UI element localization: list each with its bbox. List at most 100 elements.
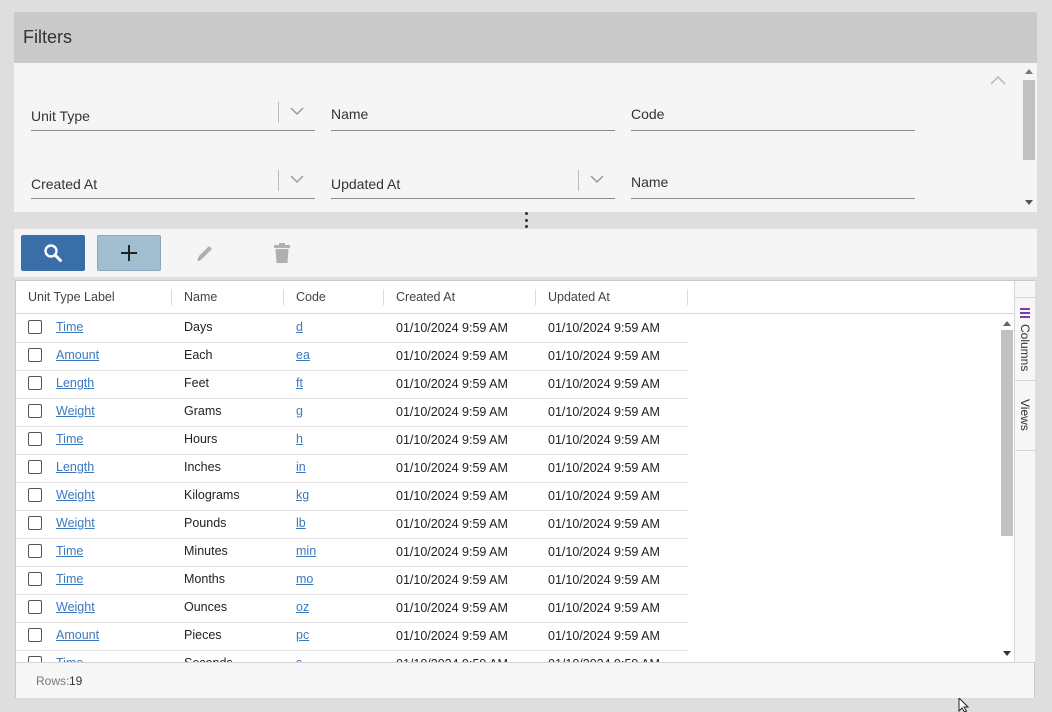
row-checkbox[interactable] [28,460,42,474]
table-row[interactable]: Weight Ounces oz 01/10/2024 9:59 AM 01/10/20… [16,594,688,623]
code-link[interactable]: d [296,314,303,342]
data-grid: Unit Type Label Name Code Created At Upd… [15,280,1035,698]
created-at-cell: 01/10/2024 9:59 AM [396,321,508,335]
row-checkbox[interactable] [28,348,42,362]
column-header-created-at[interactable]: Created At [396,281,455,313]
unit-type-link[interactable]: Length [56,454,94,482]
unit-type-link[interactable]: Weight [56,482,95,510]
table-row[interactable]: Length Feet ft 01/10/2024 9:59 AM 01/10/2024… [16,370,688,399]
code-filter-label: Code [631,106,665,122]
column-header-name[interactable]: Name [184,281,217,313]
scrollbar-thumb[interactable] [1023,80,1035,160]
table-row[interactable]: Weight Pounds lb 01/10/2024 9:59 AM 01/10/20… [16,510,688,539]
unit-type-link[interactable]: Time [56,314,83,342]
name-cell: Grams [184,404,222,418]
updated-at-cell: 01/10/2024 9:59 AM [548,651,660,662]
unit-type-link[interactable]: Time [56,650,83,662]
unit-type-link[interactable]: Length [56,370,94,398]
code-link[interactable]: g [296,398,303,426]
edit-button[interactable] [187,235,223,271]
column-header-unit-type-label[interactable]: Unit Type Label [28,281,115,313]
code-link[interactable]: h [296,426,303,454]
filters-panel: Filters Unit Type Name Code Created At U… [14,12,1037,212]
filters-scrollbar[interactable] [1020,63,1037,212]
add-button[interactable] [97,235,161,271]
unit-type-link[interactable]: Weight [56,398,95,426]
side-tab-columns[interactable]: Columns [1015,297,1035,381]
column-header-updated-at[interactable]: Updated At [548,281,610,313]
table-row[interactable]: Time Months mo 01/10/2024 9:59 AM 01/10/2024… [16,566,688,595]
scrollbar-thumb[interactable] [1001,330,1013,536]
code-link[interactable]: s [296,650,302,662]
row-checkbox[interactable] [28,404,42,418]
row-checkbox[interactable] [28,544,42,558]
row-checkbox[interactable] [28,320,42,334]
unit-type-link[interactable]: Time [56,566,83,594]
code-link[interactable]: min [296,538,316,566]
scroll-down-arrow-icon[interactable] [1025,200,1033,205]
scroll-up-arrow-icon[interactable] [1003,321,1011,326]
delete-button[interactable] [264,235,300,271]
table-row[interactable]: Weight Grams g 01/10/2024 9:59 AM 01/10/2024… [16,398,688,427]
name-filter-2[interactable]: Name [631,170,915,199]
chevron-down-icon[interactable] [589,173,605,185]
chevron-down-icon[interactable] [289,173,305,185]
updated-at-cell: 01/10/2024 9:59 AM [548,349,660,363]
code-link[interactable]: ea [296,342,310,370]
table-row[interactable]: Amount Pieces pc 01/10/2024 9:59 AM 01/10/20… [16,622,688,651]
scroll-down-arrow-icon[interactable] [1003,651,1011,656]
unit-type-link[interactable]: Time [56,538,83,566]
table-row[interactable]: Time Days d 01/10/2024 9:59 AM 01/10/2024 9:… [16,314,688,343]
updated-at-cell: 01/10/2024 9:59 AM [548,517,660,531]
code-link[interactable]: oz [296,594,309,622]
unit-type-filter[interactable]: Unit Type [31,102,315,131]
table-row[interactable]: Weight Kilograms kg 01/10/2024 9:59 AM 01/10… [16,482,688,511]
plus-icon [121,245,137,261]
row-checkbox[interactable] [28,488,42,502]
grid-scrollbar[interactable] [1000,314,1014,662]
code-link[interactable]: pc [296,622,309,650]
search-button[interactable] [21,235,85,271]
table-row[interactable]: Length Inches in 01/10/2024 9:59 AM 01/10/20… [16,454,688,483]
code-link[interactable]: kg [296,482,309,510]
table-row[interactable]: Amount Each ea 01/10/2024 9:59 AM 01/10/2024… [16,342,688,371]
scroll-up-arrow-icon[interactable] [1025,69,1033,74]
panel-resize-handle[interactable] [523,212,529,228]
table-row[interactable]: Time Minutes min 01/10/2024 9:59 AM 01/10/20… [16,538,688,567]
updated-at-filter[interactable]: Updated At [331,170,615,199]
name-cell: Months [184,572,225,586]
name-cell: Ounces [184,600,228,614]
updated-at-cell: 01/10/2024 9:59 AM [548,461,660,475]
filters-header[interactable]: Filters [14,12,1037,63]
code-link[interactable]: lb [296,510,306,538]
created-at-cell: 01/10/2024 9:59 AM [396,601,508,615]
created-at-cell: 01/10/2024 9:59 AM [396,573,508,587]
unit-type-link[interactable]: Weight [56,594,95,622]
columns-icon [1020,308,1030,318]
unit-type-link[interactable]: Weight [56,510,95,538]
unit-type-link[interactable]: Time [56,426,83,454]
column-header-code[interactable]: Code [296,281,326,313]
unit-type-link[interactable]: Amount [56,622,99,650]
updated-at-cell: 01/10/2024 9:59 AM [548,629,660,643]
code-link[interactable]: ft [296,370,303,398]
created-at-cell: 01/10/2024 9:59 AM [396,377,508,391]
chevron-up-icon[interactable] [989,74,1007,86]
row-checkbox[interactable] [28,600,42,614]
chevron-down-icon[interactable] [289,105,305,117]
side-tab-views[interactable]: Views [1015,380,1035,451]
created-at-filter[interactable]: Created At [31,170,315,199]
row-checkbox[interactable] [28,628,42,642]
row-checkbox[interactable] [28,432,42,446]
row-checkbox[interactable] [28,516,42,530]
unit-type-link[interactable]: Amount [56,342,99,370]
grid-footer: Rows: 19 [16,662,1034,698]
code-link[interactable]: mo [296,566,313,594]
table-row[interactable]: Time Seconds s 01/10/2024 9:59 AM 01/10/2024… [16,650,688,662]
row-checkbox[interactable] [28,376,42,390]
table-row[interactable]: Time Hours h 01/10/2024 9:59 AM 01/10/2024 9… [16,426,688,455]
row-checkbox[interactable] [28,572,42,586]
name-filter[interactable]: Name [331,102,615,131]
code-link[interactable]: in [296,454,306,482]
code-filter[interactable]: Code [631,102,915,131]
